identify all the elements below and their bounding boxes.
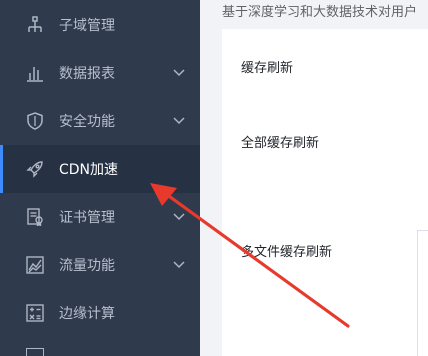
- calculator-icon: [26, 304, 44, 322]
- sidebar-item-edge-computing[interactable]: 边缘计算: [0, 289, 200, 337]
- sidebar-item-label: 流量功能: [59, 258, 115, 274]
- sidebar-item-label: 证书管理: [59, 210, 115, 226]
- cache-refresh-card: 缓存刷新 全部缓存刷新 多文件缓存刷新: [222, 29, 428, 356]
- full-refresh-label: 全部缓存刷新: [241, 136, 320, 151]
- sidebar-item-security[interactable]: 安全功能: [0, 97, 200, 145]
- sidebar: 子域管理 数据报表 安全功能 CDN加速 证书管理 流量功能 边缘计算: [0, 0, 200, 356]
- chevron-down-icon: [173, 117, 185, 125]
- multi-file-refresh-label: 多文件缓存刷新: [241, 245, 333, 260]
- chevron-down-icon: [173, 69, 185, 77]
- chevron-down-icon: [173, 213, 185, 221]
- rocket-icon: [26, 161, 43, 178]
- shield-icon: [27, 112, 43, 130]
- sidebar-item-label: 数据报表: [59, 66, 115, 82]
- cache-refresh-label: 缓存刷新: [241, 61, 294, 76]
- sidebar-item-partial-icon: [26, 348, 44, 356]
- main-content: 基于深度学习和大数据技术对用户 缓存刷新 全部缓存刷新 多文件缓存刷新: [200, 0, 428, 356]
- sidebar-item-label: CDN加速: [59, 162, 119, 178]
- chevron-down-icon: [173, 261, 185, 269]
- sidebar-item-traffic[interactable]: 流量功能: [0, 241, 200, 289]
- sidebar-item-subdomain[interactable]: 子域管理: [0, 1, 200, 49]
- sidebar-item-label: 边缘计算: [59, 306, 115, 322]
- sidebar-item-label: 安全功能: [59, 114, 115, 130]
- bar-chart-icon: [27, 67, 43, 82]
- sitemap-icon: [28, 16, 42, 32]
- multi-file-textarea[interactable]: [417, 230, 428, 356]
- page-subtitle: 基于深度学习和大数据技术对用户: [222, 5, 418, 20]
- sidebar-item-cdn[interactable]: CDN加速: [0, 145, 200, 193]
- line-chart-icon: [26, 256, 44, 274]
- sidebar-item-label: 子域管理: [59, 18, 115, 34]
- sidebar-item-reports[interactable]: 数据报表: [0, 49, 200, 97]
- sidebar-item-certificates[interactable]: 证书管理: [0, 193, 200, 241]
- certificate-icon: [27, 208, 43, 226]
